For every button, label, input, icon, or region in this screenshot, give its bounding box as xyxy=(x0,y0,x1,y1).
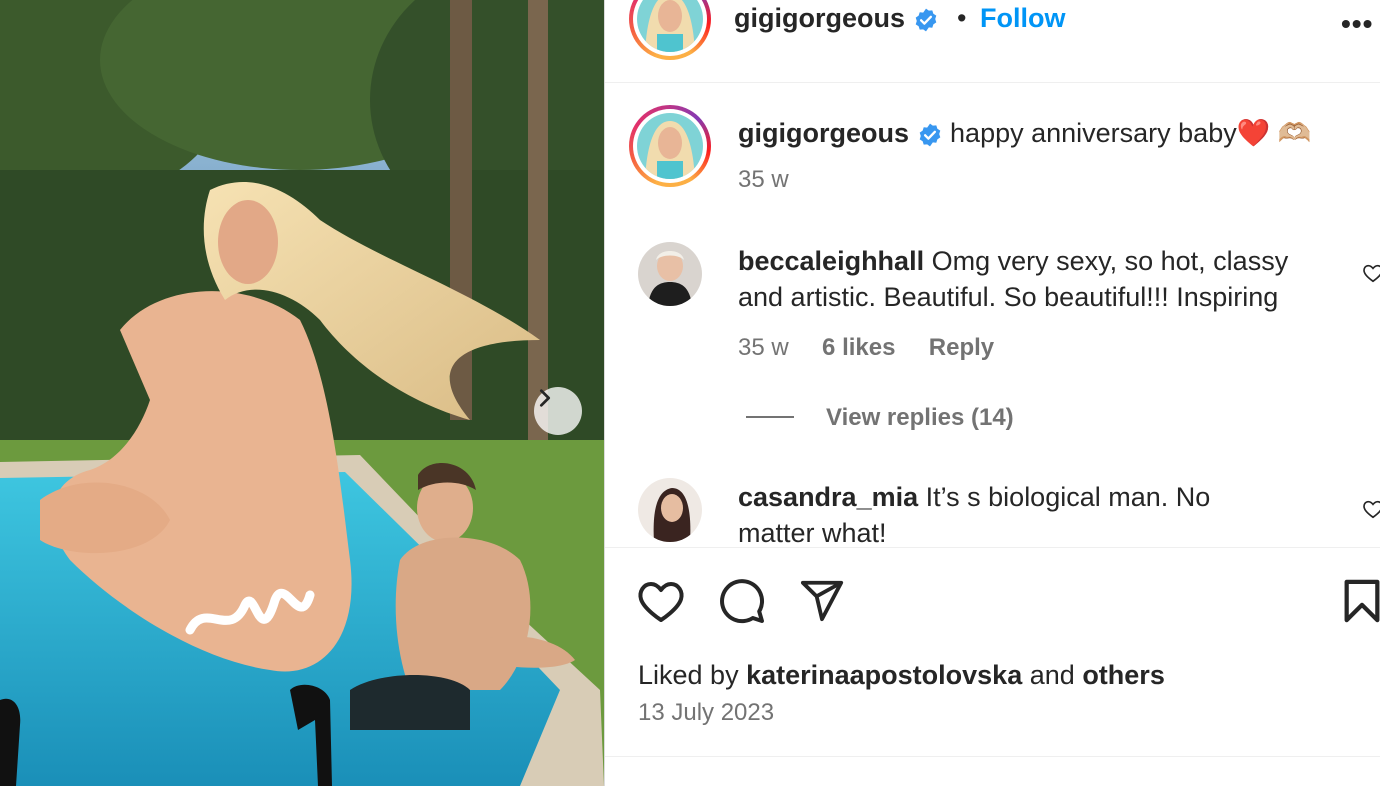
commenter-avatar-image xyxy=(638,478,702,542)
follow-button[interactable]: Follow xyxy=(980,3,1065,34)
commenter-avatar-image xyxy=(638,242,702,306)
comment-avatar[interactable] xyxy=(638,242,702,306)
comment-text-line2: and artistic. Beautiful. So beautiful!!!… xyxy=(738,282,1279,312)
heart-hands-emoji: 🫶🏼 xyxy=(1277,118,1312,148)
liked-by-line: Liked by katerinaapostolovska and others xyxy=(638,660,1165,691)
comment-avatar[interactable] xyxy=(638,478,702,542)
bottom-divider xyxy=(605,756,1380,757)
view-replies-line xyxy=(746,416,794,418)
post-photo[interactable] xyxy=(0,0,604,786)
comment-reply-button[interactable]: Reply xyxy=(929,334,994,361)
comment-body: casandra_mia It’s s biological man. No m… xyxy=(738,479,1338,551)
header-username[interactable]: gigigorgeous xyxy=(734,3,939,34)
comment-username[interactable]: casandra_mia xyxy=(738,482,918,512)
caption-username[interactable]: gigigorgeous xyxy=(738,118,909,148)
post-side-panel: gigigorgeous • Follow ••• gigigorgeous h… xyxy=(605,0,1380,786)
caption-timestamp[interactable]: 35 w xyxy=(738,166,789,194)
comment-body: beccaleighhall Omg very sexy, so hot, cl… xyxy=(738,243,1338,315)
comment-text-line1: It’s s biological man. No xyxy=(925,482,1211,512)
liked-by-others-link[interactable]: others xyxy=(1082,660,1165,690)
like-heart-icon[interactable] xyxy=(637,578,685,624)
next-photo-button[interactable] xyxy=(534,387,582,435)
caption: gigigorgeous happy anniversary baby❤️ 🫶🏼 xyxy=(738,117,1311,149)
comment-like-icon[interactable] xyxy=(1362,262,1380,284)
verified-badge-icon xyxy=(915,8,936,32)
caption-author-avatar[interactable] xyxy=(629,105,711,187)
view-replies-button[interactable]: View replies (14) xyxy=(826,404,1014,432)
liked-by-and: and xyxy=(1029,660,1075,690)
post-date[interactable]: 13 July 2023 xyxy=(638,699,774,727)
caption-text: happy anniversary baby xyxy=(950,118,1237,148)
comment-likes-count[interactable]: 6 likes xyxy=(822,334,895,361)
header-divider xyxy=(605,82,1380,83)
header-separator: • xyxy=(957,3,967,33)
author-avatar[interactable] xyxy=(629,0,711,60)
paper-plane-icon[interactable] xyxy=(799,577,845,623)
liked-by-user-link[interactable]: katerinaapostolovska xyxy=(746,660,1022,690)
verified-badge-icon xyxy=(919,123,940,147)
more-options-icon[interactable]: ••• xyxy=(1341,8,1373,40)
post-photo-illustration xyxy=(0,0,604,786)
heart-emoji: ❤️ xyxy=(1236,118,1271,148)
comments-divider xyxy=(605,547,1380,548)
chevron-right-icon xyxy=(539,389,551,407)
comment-like-icon[interactable] xyxy=(1362,498,1380,520)
header-username-text[interactable]: gigigorgeous xyxy=(734,3,905,33)
comment-text-line2: matter what! xyxy=(738,518,887,548)
comment-meta: 35 w 6 likes Reply xyxy=(738,334,994,362)
comment-username[interactable]: beccaleighhall xyxy=(738,246,924,276)
liked-by-prefix: Liked by xyxy=(638,660,739,690)
comment-timestamp[interactable]: 35 w xyxy=(738,334,789,361)
comment-text-line1: Omg very sexy, so hot, classy xyxy=(931,246,1289,276)
comment-bubble-icon[interactable] xyxy=(718,577,766,625)
caption-avatar-image xyxy=(637,113,703,179)
bookmark-icon[interactable] xyxy=(1342,578,1380,624)
